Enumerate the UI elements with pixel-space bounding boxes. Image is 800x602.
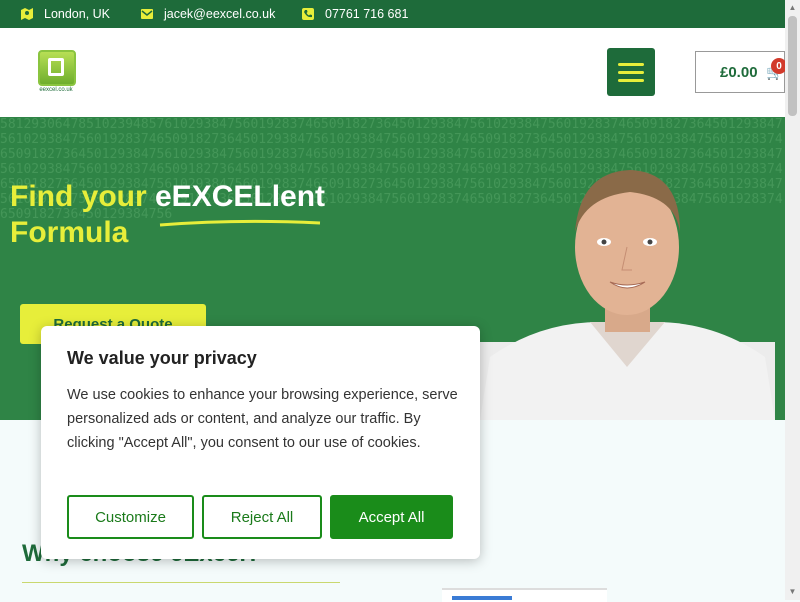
hero-title-highlight: eEXCELlent bbox=[155, 180, 326, 213]
customize-button[interactable]: Customize bbox=[67, 495, 194, 539]
site-header: eexcel.co.uk £0.00 🛒 0 bbox=[0, 28, 787, 117]
menu-button[interactable] bbox=[607, 48, 655, 96]
hero-title: Find your eEXCELlent Formula bbox=[10, 179, 325, 251]
scrollbar-thumb[interactable] bbox=[788, 16, 797, 116]
cart-total: £0.00 bbox=[720, 63, 758, 81]
hero-portrait bbox=[480, 170, 775, 420]
logo-mark bbox=[38, 50, 76, 86]
page-scrollbar[interactable]: ▲ ▼ bbox=[785, 0, 800, 600]
hero-title-prefix: Find your bbox=[10, 180, 155, 213]
scroll-up-arrow-icon[interactable]: ▲ bbox=[788, 3, 797, 13]
scroll-down-arrow-icon[interactable]: ▼ bbox=[788, 587, 797, 597]
location-item: London, UK bbox=[20, 0, 110, 28]
hamburger-icon bbox=[618, 62, 644, 66]
heading-divider bbox=[22, 582, 340, 583]
hamburger-icon-line bbox=[618, 78, 644, 82]
phone-link[interactable]: 07761 716 681 bbox=[325, 7, 408, 21]
cookie-consent-dialog: We value your privacy We use cookies to … bbox=[41, 326, 480, 559]
hero-title-suffix: Formula bbox=[10, 216, 129, 249]
reject-all-button[interactable]: Reject All bbox=[202, 495, 322, 539]
email-item[interactable]: jacek@eexcel.co.uk bbox=[140, 0, 275, 28]
highlight-underline bbox=[159, 219, 321, 227]
cart-button[interactable]: £0.00 🛒 0 bbox=[695, 51, 787, 93]
accept-all-button[interactable]: Accept All bbox=[330, 495, 453, 539]
mail-icon bbox=[141, 9, 153, 19]
phone-icon bbox=[302, 8, 314, 20]
cookie-body: We use cookies to enhance your browsing … bbox=[67, 387, 458, 451]
top-bar: London, UK jacek@eexcel.co.uk 07761 716 … bbox=[0, 0, 785, 28]
site-logo[interactable]: eexcel.co.uk bbox=[38, 50, 76, 93]
phone-item[interactable]: 07761 716 681 bbox=[301, 0, 408, 28]
location-text: London, UK bbox=[44, 7, 111, 21]
preview-bar bbox=[452, 596, 512, 600]
cookie-title: We value your privacy bbox=[67, 348, 257, 368]
email-link[interactable]: jacek@eexcel.co.uk bbox=[164, 7, 275, 21]
hamburger-icon-line bbox=[618, 70, 644, 74]
logo-text: eexcel.co.uk bbox=[39, 87, 73, 93]
map-icon bbox=[21, 8, 33, 20]
